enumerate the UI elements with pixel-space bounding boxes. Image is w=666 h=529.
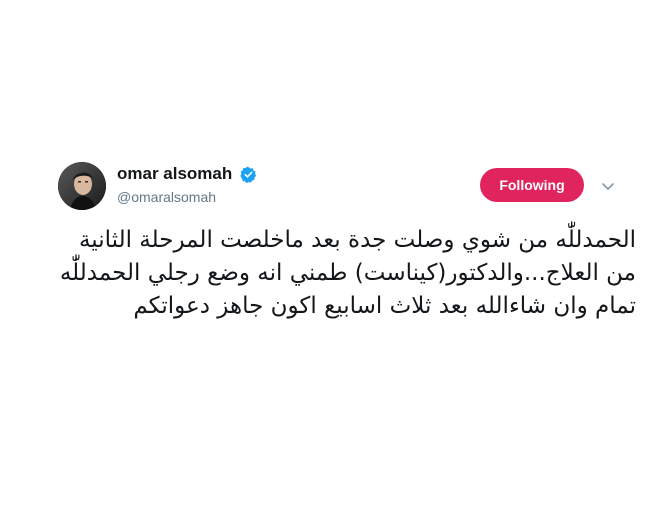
avatar-image <box>58 162 106 210</box>
following-button[interactable]: Following <box>480 168 584 202</box>
chevron-down-icon[interactable] <box>600 178 616 194</box>
display-name[interactable]: omar alsomah <box>117 164 232 184</box>
avatar[interactable] <box>58 162 106 210</box>
tweet-text: الحمدللّٰه من شوي وصلت جدة بعد ماخلصت ال… <box>59 227 636 319</box>
user-handle[interactable]: @omaralsomah <box>117 189 216 205</box>
verified-badge-icon <box>240 166 257 183</box>
tweet-card: omar alsomah @omaralsomah Following الحم… <box>0 0 666 529</box>
